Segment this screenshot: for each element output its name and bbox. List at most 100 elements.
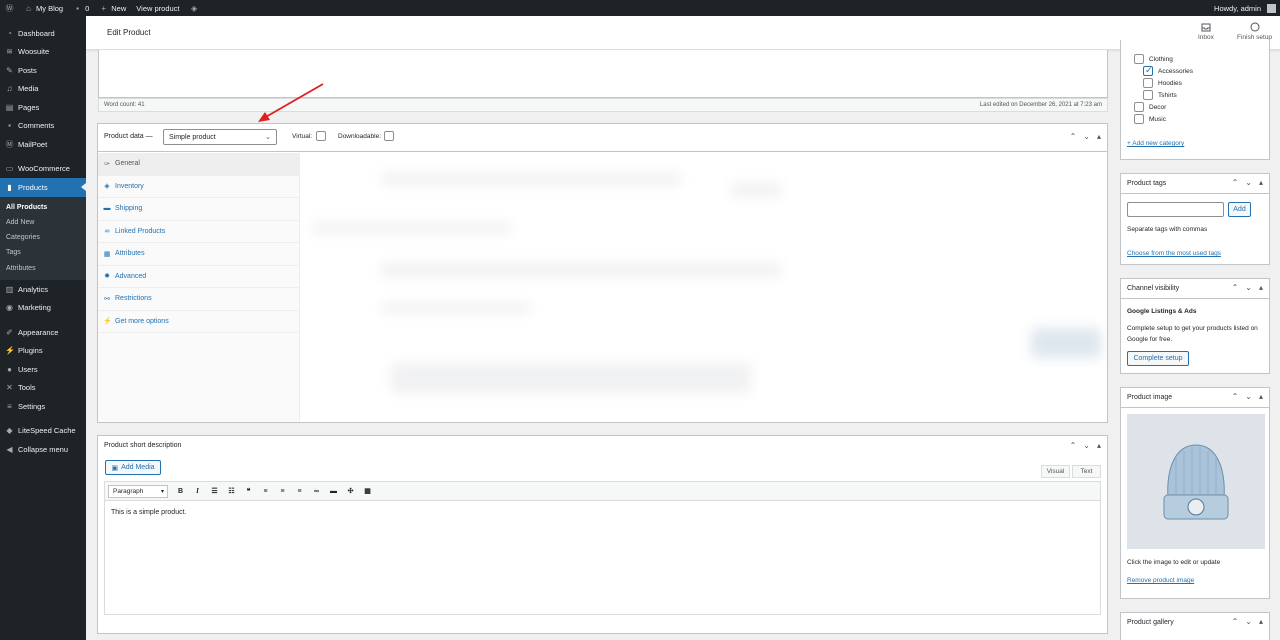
menu-users[interactable]: ● Users — [0, 360, 86, 379]
inbox-button[interactable]: Inbox — [1198, 22, 1214, 41]
move-down-icon[interactable]: ⌄ — [1245, 617, 1252, 626]
menu-media[interactable]: ♫ Media — [0, 80, 86, 99]
tab-advanced[interactable]: ✹ Advanced — [98, 266, 299, 288]
category-item[interactable]: Hoodies — [1143, 78, 1182, 88]
product-image-thumbnail[interactable] — [1127, 414, 1265, 549]
product-tags-header: Product tags ⌃ ⌄ ▴ — [1121, 174, 1269, 194]
move-down-icon[interactable]: ⌄ — [1245, 178, 1252, 187]
settings-icon: ≡ — [7, 401, 12, 411]
submenu-categories[interactable]: Categories — [0, 230, 86, 245]
category-item[interactable]: Clothing — [1134, 54, 1173, 64]
choose-tags-link[interactable]: Choose from the most used tags — [1127, 250, 1221, 257]
complete-setup-button[interactable]: Complete setup — [1127, 351, 1189, 366]
toggle-panel-icon[interactable]: ▴ — [1097, 132, 1101, 141]
menu-tools[interactable]: ✕ Tools — [0, 378, 86, 397]
bullet-list-icon[interactable]: ☰ — [210, 487, 219, 495]
annotation-arrow — [258, 83, 324, 122]
category-checkbox[interactable] — [1143, 65, 1153, 76]
read-more-icon[interactable]: ▬ — [329, 488, 338, 495]
move-down-icon[interactable]: ⌄ — [1083, 132, 1090, 141]
menu-dashboard[interactable]: ◔ Dashboard — [0, 24, 86, 43]
move-down-icon[interactable]: ⌄ — [1083, 441, 1090, 450]
toggle-panel-icon[interactable]: ▴ — [1097, 441, 1101, 450]
move-up-icon[interactable]: ⌃ — [1232, 283, 1239, 292]
toggle-panel-icon[interactable]: ▴ — [1259, 283, 1263, 292]
category-item[interactable]: Music — [1134, 114, 1166, 124]
my-account[interactable]: Howdy, admin — [1209, 0, 1280, 16]
downloadable-checkbox[interactable] — [384, 131, 394, 141]
category-checkbox[interactable] — [1134, 102, 1144, 112]
italic-icon[interactable]: I — [193, 487, 202, 495]
align-left-icon[interactable]: ≡ — [261, 488, 270, 495]
fullscreen-icon[interactable]: ✣ — [346, 487, 355, 495]
move-up-icon[interactable]: ⌃ — [1232, 392, 1239, 401]
add-tag-button[interactable]: Add — [1228, 202, 1251, 217]
product-type-select[interactable]: Simple product ⌄ — [163, 129, 277, 145]
menu-woocommerce[interactable]: ▭ WooCommerce — [0, 160, 86, 179]
category-item[interactable]: Tshirts — [1143, 90, 1177, 100]
menu-mailpoet[interactable]: Ⓜ MailPoet — [0, 135, 86, 154]
new-content-link[interactable]: + New — [94, 0, 131, 16]
category-checkbox[interactable] — [1134, 114, 1144, 124]
add-new-category-link[interactable]: + Add new category — [1127, 140, 1184, 147]
category-checkbox[interactable] — [1143, 78, 1153, 88]
tag-input[interactable] — [1127, 202, 1224, 217]
menu-pages[interactable]: ▤ Pages — [0, 98, 86, 117]
menu-products[interactable]: ▮ Products — [0, 178, 86, 197]
align-right-icon[interactable]: ≡ — [295, 488, 304, 495]
tab-general[interactable]: ✑ General — [98, 153, 299, 176]
toggle-panel-icon[interactable]: ▴ — [1259, 392, 1263, 401]
view-product-link[interactable]: View product — [131, 0, 184, 16]
comments-link[interactable]: ▪ 0 — [68, 0, 94, 16]
submenu-attributes[interactable]: Attributes — [0, 261, 86, 276]
finish-setup-button[interactable]: Finish setup — [1237, 22, 1272, 41]
submenu-all-products[interactable]: All Products — [0, 200, 86, 215]
format-select[interactable]: Paragraph ▾ — [108, 484, 168, 498]
link-icon[interactable]: ∞ — [312, 488, 321, 495]
move-up-icon[interactable]: ⌃ — [1070, 441, 1077, 450]
menu-marketing[interactable]: ◉ Marketing — [0, 298, 86, 317]
category-checkbox[interactable] — [1143, 90, 1153, 100]
menu-litespeed[interactable]: ◆ LiteSpeed Cache — [0, 421, 86, 440]
menu-plugins[interactable]: ⚡ Plugins — [0, 341, 86, 360]
tab-restrictions[interactable]: ⚯ Restrictions — [98, 288, 299, 311]
tab-shipping[interactable]: ▬ Shipping — [98, 198, 299, 221]
tab-text[interactable]: Text — [1072, 465, 1101, 478]
menu-comments[interactable]: ▪ Comments — [0, 117, 86, 136]
move-up-icon[interactable]: ⌃ — [1232, 178, 1239, 187]
menu-settings[interactable]: ≡ Settings — [0, 397, 86, 416]
submenu-tags[interactable]: Tags — [0, 245, 86, 260]
wp-logo[interactable]: Ⓦ — [0, 0, 19, 16]
move-up-icon[interactable]: ⌃ — [1070, 132, 1077, 141]
toggle-panel-icon[interactable]: ▴ — [1259, 178, 1263, 187]
add-media-button[interactable]: ▣ Add Media — [105, 460, 161, 475]
toggle-panel-icon[interactable]: ▴ — [1259, 617, 1263, 626]
menu-posts[interactable]: ✎ Posts — [0, 61, 86, 80]
move-down-icon[interactable]: ⌄ — [1245, 283, 1252, 292]
numbered-list-icon[interactable]: ☷ — [227, 487, 236, 495]
category-item[interactable]: Accessories — [1143, 65, 1193, 76]
category-checkbox[interactable] — [1134, 54, 1144, 64]
toolbar-toggle-icon[interactable]: ▦ — [363, 487, 372, 495]
tab-attributes[interactable]: ▦ Attributes — [98, 243, 299, 266]
blockquote-icon[interactable]: ❝ — [244, 487, 253, 495]
move-up-icon[interactable]: ⌃ — [1232, 617, 1239, 626]
tab-linked-products[interactable]: ∞ Linked Products — [98, 221, 299, 243]
submenu-add-new[interactable]: Add New — [0, 215, 86, 230]
align-center-icon[interactable]: ≡ — [278, 488, 287, 495]
category-item[interactable]: Decor — [1134, 102, 1166, 112]
move-down-icon[interactable]: ⌄ — [1245, 392, 1252, 401]
woo-diamond-link[interactable]: ◈ — [185, 0, 204, 16]
bold-icon[interactable]: B — [176, 488, 185, 495]
menu-collapse[interactable]: ◀ Collapse menu — [0, 440, 86, 459]
menu-appearance[interactable]: ✐ Appearance — [0, 323, 86, 342]
tab-get-more-options[interactable]: ⚡ Get more options — [98, 311, 299, 333]
remove-product-image-link[interactable]: Remove product image — [1127, 577, 1194, 584]
site-name-link[interactable]: ⌂ My Blog — [19, 0, 68, 16]
short-description-editor[interactable]: This is a simple product. — [104, 501, 1101, 615]
tab-visual[interactable]: Visual — [1041, 465, 1070, 478]
menu-woosuite[interactable]: ≋ Woosuite — [0, 43, 86, 62]
tab-inventory[interactable]: ◈ Inventory — [98, 176, 299, 198]
menu-analytics[interactable]: ▥ Analytics — [0, 280, 86, 299]
virtual-checkbox[interactable] — [316, 131, 326, 141]
